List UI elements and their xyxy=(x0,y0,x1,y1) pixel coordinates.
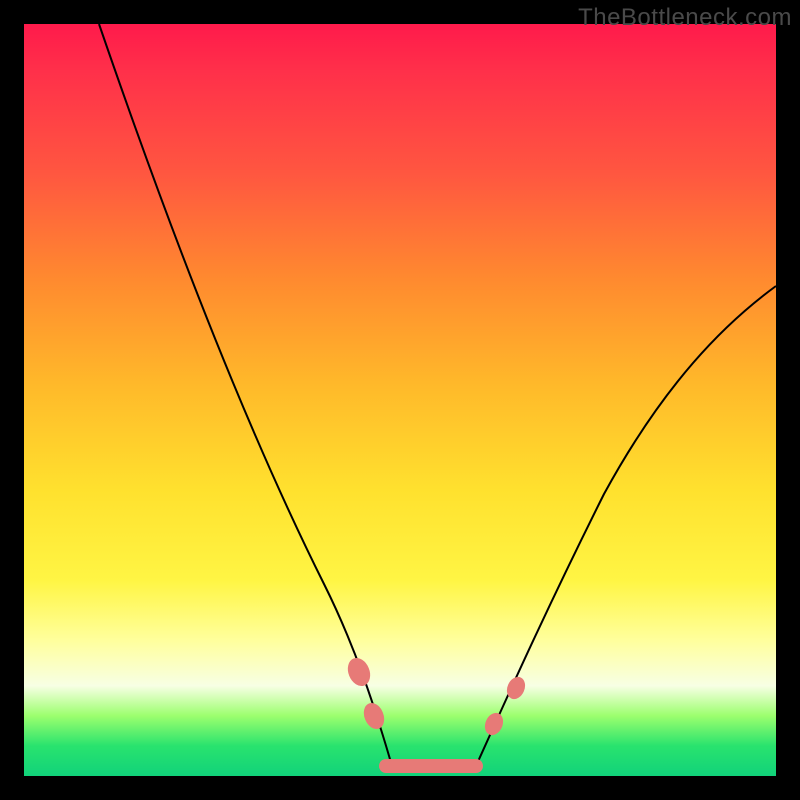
plot-area xyxy=(24,24,776,776)
curve-left-branch xyxy=(99,24,392,766)
chart-frame: TheBottleneck.com xyxy=(0,0,800,800)
left-dot-lower xyxy=(361,701,387,732)
left-dot-upper xyxy=(344,655,373,688)
curve-layer xyxy=(24,24,776,776)
right-dot-lower xyxy=(482,711,506,738)
watermark-text: TheBottleneck.com xyxy=(578,4,792,32)
